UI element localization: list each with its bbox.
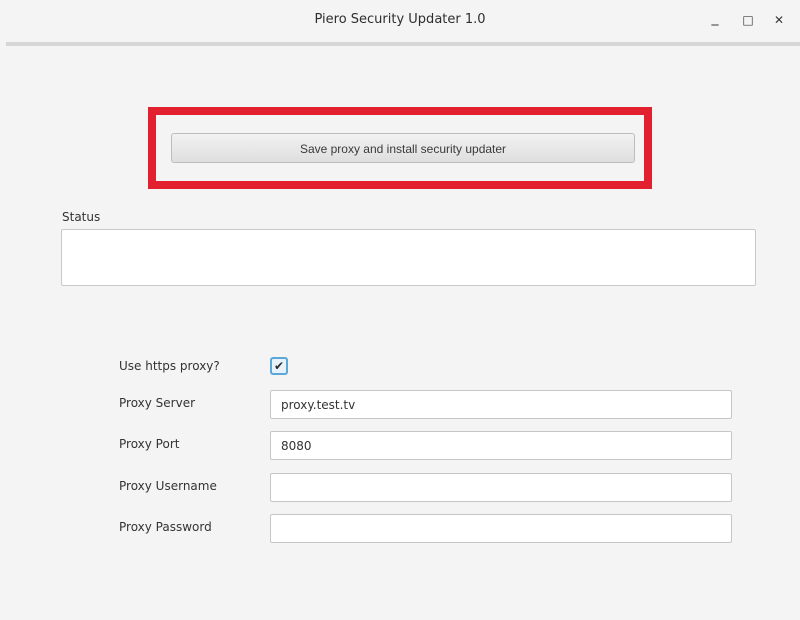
save-proxy-install-button[interactable]: Save proxy and install security updater [171, 133, 635, 163]
close-icon[interactable]: ✕ [770, 11, 788, 29]
proxy-port-input[interactable] [270, 431, 732, 460]
app-window: Piero Security Updater 1.0 _ □ ✕ Save pr… [0, 0, 800, 620]
status-output [61, 229, 756, 286]
use-https-proxy-label: Use https proxy? [119, 359, 220, 373]
window-title: Piero Security Updater 1.0 [314, 12, 486, 27]
proxy-password-input[interactable] [270, 514, 732, 543]
proxy-port-label: Proxy Port [119, 437, 180, 451]
proxy-username-input[interactable] [270, 473, 732, 502]
status-label: Status [62, 210, 101, 224]
proxy-server-label: Proxy Server [119, 396, 196, 410]
title-bar[interactable]: Piero Security Updater 1.0 _ □ ✕ [0, 0, 800, 42]
proxy-username-label: Proxy Username [119, 479, 217, 493]
proxy-server-input[interactable] [270, 390, 732, 419]
minimize-icon[interactable]: _ [706, 9, 724, 27]
maximize-icon[interactable]: □ [739, 11, 757, 29]
use-https-proxy-checkbox[interactable]: ✔ [270, 357, 288, 375]
proxy-password-label: Proxy Password [119, 520, 212, 534]
checkmark-icon: ✔ [273, 359, 285, 373]
